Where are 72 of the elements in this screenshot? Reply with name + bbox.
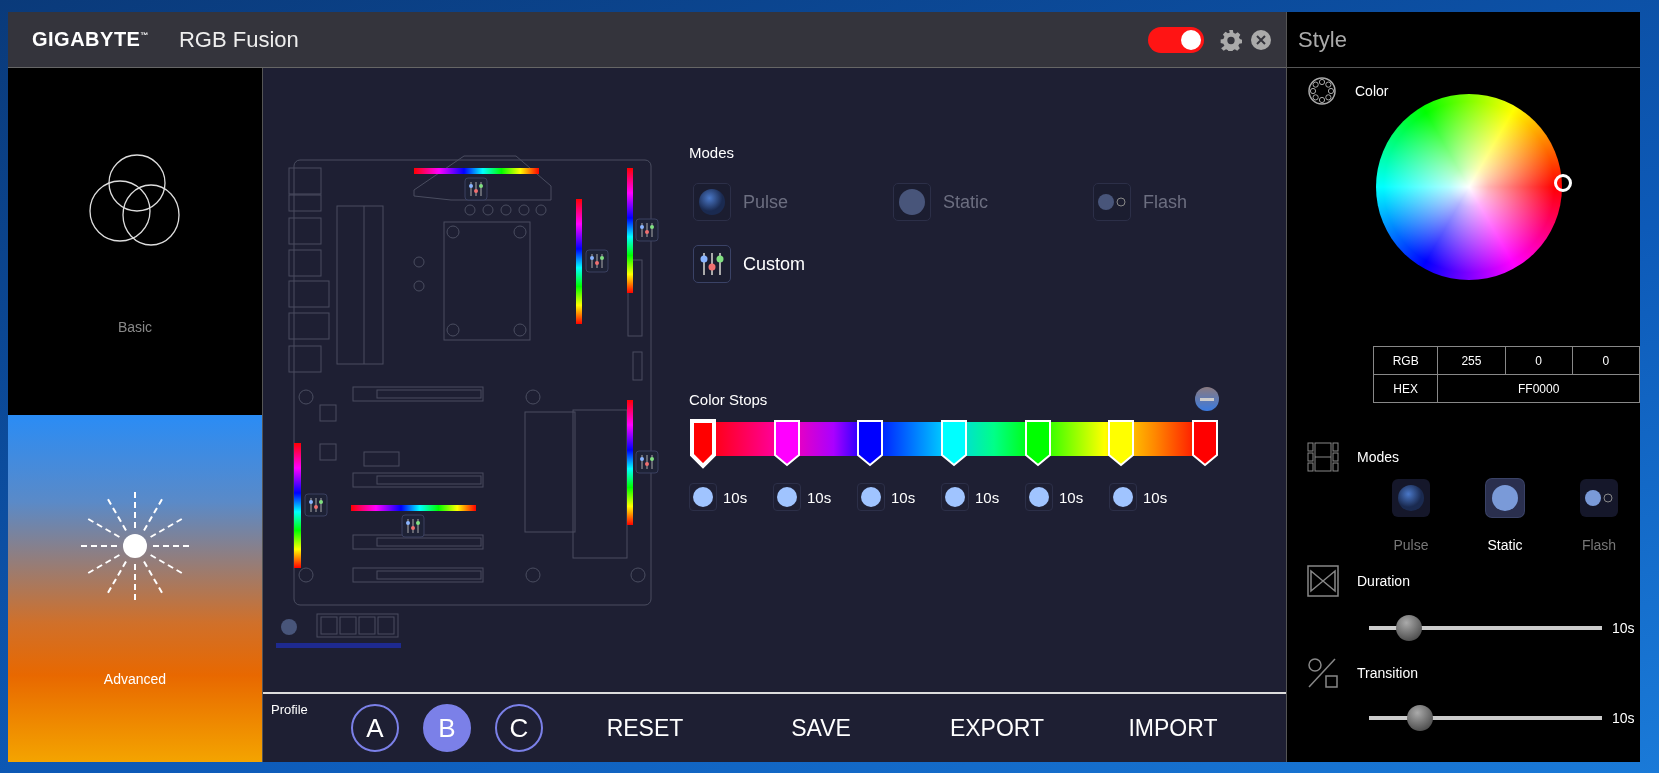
slider-reading: 10s	[1612, 710, 1635, 726]
modes-heading: Modes	[689, 144, 736, 161]
color-stop-marker[interactable]	[939, 419, 968, 469]
modes-label: Modes	[1357, 449, 1400, 465]
action-button[interactable]: EXPORT	[909, 708, 1085, 748]
hex-label: HEX	[1373, 374, 1438, 403]
profile-button[interactable]: C	[495, 704, 543, 752]
action-button[interactable]: IMPORT	[1085, 708, 1261, 748]
color-stop-marker[interactable]	[1023, 419, 1052, 469]
stop-color-swatch[interactable]	[857, 483, 885, 511]
stop-duration: 10s	[975, 488, 1000, 506]
rgb-value[interactable]: 0	[1572, 346, 1640, 375]
stop-color-swatch[interactable]	[1109, 483, 1137, 511]
profile-button[interactable]: A	[351, 704, 399, 752]
hex-value[interactable]: FF0000	[1437, 374, 1640, 403]
power-toggle[interactable]	[1148, 26, 1204, 53]
rgb-label: RGB	[1373, 346, 1438, 375]
stop-color-swatch[interactable]	[773, 483, 801, 511]
sphere-icon	[698, 188, 726, 216]
color-gradient-bar[interactable]	[689, 419, 1219, 469]
settings-icon[interactable]	[1220, 28, 1242, 51]
stop-color-swatch[interactable]	[1025, 483, 1053, 511]
style-mode-button[interactable]	[1486, 479, 1524, 517]
minus-icon	[1200, 397, 1214, 401]
gigabyte-logo: GIGABYTE$^{™}$	[32, 28, 149, 51]
slider-label: Duration	[1357, 573, 1410, 589]
flash-dots-icon	[1584, 488, 1614, 508]
slider-reading: 10s	[1612, 620, 1635, 636]
sliders-icon	[699, 251, 725, 277]
mode-option[interactable]: Custom	[693, 245, 893, 283]
stop-duration: 10s	[723, 488, 748, 506]
color-stops-heading: Color Stops	[689, 390, 768, 408]
color-picker-handle[interactable]	[1553, 174, 1572, 192]
sun-icon	[80, 490, 190, 601]
color-stop-marker[interactable]	[1107, 419, 1136, 469]
stop-color-swatch[interactable]	[689, 483, 717, 511]
stop-duration: 10s	[807, 488, 832, 506]
stop-duration: 10s	[1059, 488, 1084, 506]
remove-stop-button[interactable]	[1195, 387, 1219, 411]
color-stop-marker[interactable]	[689, 419, 717, 469]
slider-label: Transition	[1357, 665, 1418, 681]
color-stop-marker[interactable]	[856, 419, 885, 469]
style-mode-button[interactable]	[1392, 479, 1430, 517]
rgb-value[interactable]: 255	[1437, 346, 1506, 375]
circle-icon	[898, 188, 926, 216]
sphere-icon	[1397, 484, 1425, 512]
stop-duration: 10s	[891, 488, 916, 506]
mode-tab[interactable]: Basic	[8, 68, 262, 415]
slider-thumb[interactable]	[1395, 615, 1422, 641]
style-mode-button[interactable]	[1580, 479, 1618, 517]
profile-label: Profile	[271, 702, 309, 717]
action-button[interactable]: SAVE	[733, 708, 909, 748]
app-title: RGB Fusion	[178, 26, 300, 53]
circle-icon	[1491, 484, 1519, 512]
close-icon[interactable]	[1250, 28, 1272, 51]
flash-dots-icon	[1097, 192, 1127, 212]
color-ring-icon	[1307, 76, 1337, 106]
hourglass-icon	[1307, 565, 1339, 597]
style-mode-label: Pulse	[1393, 537, 1429, 553]
style-mode-label: Flash	[1581, 537, 1617, 553]
panel-title: Style	[1287, 12, 1640, 68]
rgb-value[interactable]: 0	[1505, 346, 1573, 375]
color-stop-marker[interactable]	[772, 419, 801, 469]
film-strip-icon	[1307, 441, 1339, 473]
action-button[interactable]: RESET	[557, 708, 733, 748]
color-label: Color	[1355, 83, 1389, 99]
stop-color-swatch[interactable]	[941, 483, 969, 511]
slider-thumb[interactable]	[1407, 705, 1434, 731]
color-stop-marker[interactable]	[1190, 419, 1219, 469]
stop-duration: 10s	[1143, 488, 1168, 506]
shapes-icon	[1307, 657, 1339, 689]
style-mode-label: Static	[1487, 537, 1523, 553]
